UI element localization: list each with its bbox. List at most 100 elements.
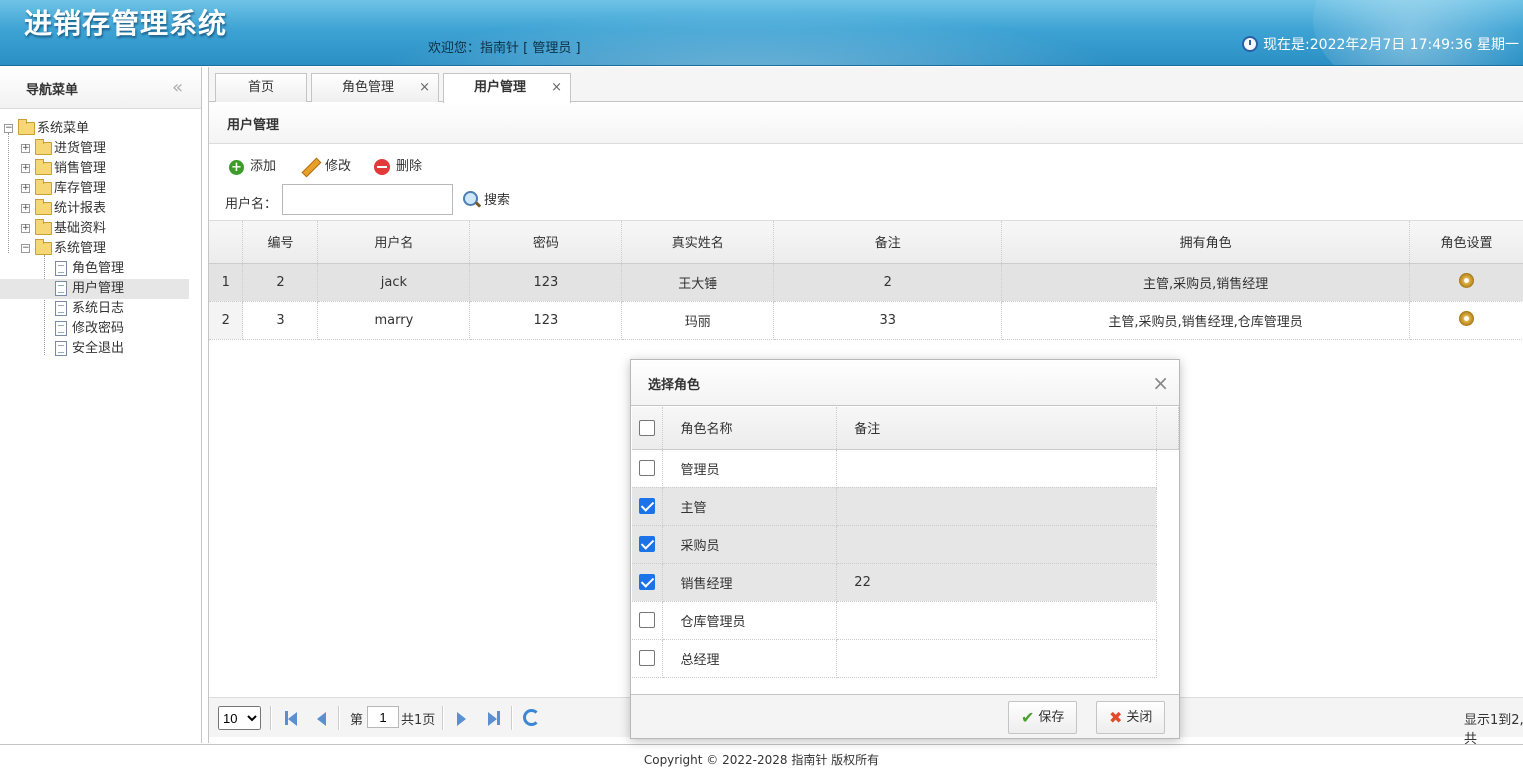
role-row[interactable]: 仓库管理员 (632, 601, 1179, 639)
sidebar-item-role-management[interactable]: 角色管理 (0, 259, 201, 279)
close-tab-icon[interactable]: × (419, 74, 430, 101)
next-page-icon[interactable] (457, 712, 466, 726)
column-header[interactable]: 备注 (774, 221, 1002, 263)
expand-node-icon[interactable]: + (21, 164, 30, 173)
role-checkbox[interactable] (639, 650, 655, 666)
document-icon (55, 341, 67, 356)
close-dialog-icon[interactable]: × (1152, 371, 1169, 395)
sidebar-item-change-password[interactable]: 修改密码 (0, 319, 201, 339)
column-header[interactable]: 密码 (470, 221, 622, 263)
prev-page-icon[interactable] (317, 712, 326, 726)
table-row[interactable]: 1 2 jack 123 王大锤 2 主管,采购员,销售经理 (209, 263, 1523, 301)
page-prefix: 第 (350, 709, 363, 728)
role-row[interactable]: 采购员 (632, 525, 1179, 563)
sidebar-item-user-management[interactable]: 用户管理 (0, 279, 189, 299)
collapse-node-icon[interactable]: − (4, 124, 13, 133)
role-checkbox[interactable] (639, 612, 655, 628)
column-header[interactable]: 编号 (243, 221, 318, 263)
delete-button[interactable]: 删除 (374, 156, 422, 178)
tree-group-system[interactable]: −系统管理 (0, 239, 201, 259)
column-header[interactable]: 角色名称 (663, 407, 837, 449)
edit-label: 修改 (325, 156, 351, 178)
role-remark (837, 601, 1157, 639)
sidebar-item-label: 用户管理 (72, 279, 124, 299)
collapse-node-icon[interactable]: − (21, 244, 30, 253)
clock: 现在是:2022年2月7日 17:49:36 星期一 (1242, 34, 1519, 54)
sidebar-item-system-log[interactable]: 系统日志 (0, 299, 201, 319)
clock-icon (1242, 36, 1258, 52)
cell-role-settings (1410, 263, 1523, 301)
welcome-text: 欢迎您：指南针 [ 管理员 ] (428, 37, 581, 56)
tree-group-basic[interactable]: + 基础资料 (0, 219, 201, 239)
role-checkbox[interactable] (639, 574, 655, 590)
cell-username: marry (318, 301, 470, 339)
select-all-checkbox[interactable] (639, 420, 655, 436)
role-name: 采购员 (663, 525, 837, 563)
role-checkbox[interactable] (639, 536, 655, 552)
tree-group-sales[interactable]: +销售管理 (0, 159, 201, 179)
role-name: 仓库管理员 (663, 601, 837, 639)
cell-realname: 玛丽 (622, 301, 774, 339)
add-button[interactable]: +添加 (229, 156, 276, 178)
delete-label: 删除 (396, 156, 422, 178)
column-header[interactable]: 备注 (837, 407, 1157, 449)
search-icon (463, 191, 478, 206)
column-header[interactable]: 拥有角色 (1002, 221, 1410, 263)
pencil-icon (301, 158, 319, 176)
tree-group-stock[interactable]: + 库存管理 (0, 179, 201, 199)
clock-text: 现在是:2022年2月7日 17:49:36 星期一 (1263, 34, 1519, 54)
collapse-sidebar-icon[interactable]: « (172, 77, 183, 98)
role-name: 总经理 (663, 639, 837, 677)
tree-root[interactable]: − 系统菜单 (0, 119, 201, 139)
cell-role-settings (1410, 301, 1523, 339)
delete-icon (374, 159, 390, 175)
column-header[interactable]: 真实姓名 (622, 221, 774, 263)
role-checkbox[interactable] (639, 498, 655, 514)
gear-icon[interactable] (1459, 273, 1474, 288)
table-row[interactable]: 2 3 marry 123 玛丽 33 主管,采购员,销售经理,仓库管理员 (209, 301, 1523, 339)
expand-node-icon[interactable]: + (21, 184, 30, 193)
folder-open-icon (18, 122, 35, 135)
role-row[interactable]: 销售经理 22 (632, 563, 1179, 601)
close-icon: ✖ (1109, 702, 1122, 733)
tree-group-reports[interactable]: +统计报表 (0, 199, 201, 219)
role-row[interactable]: 总经理 (632, 639, 1179, 677)
username-search-input[interactable] (282, 184, 453, 215)
tree-group-label: 库存管理 (54, 179, 106, 199)
role-row[interactable]: 管理员 (632, 449, 1179, 487)
column-header[interactable]: 用户名 (318, 221, 470, 263)
tab-home[interactable]: 首页 (215, 73, 307, 102)
role-checkbox[interactable] (639, 460, 655, 476)
gear-icon[interactable] (1459, 311, 1474, 326)
panel-title: 用户管理 (209, 102, 1523, 144)
header-globe-decoration (1313, 0, 1523, 66)
expand-node-icon[interactable]: + (21, 224, 30, 233)
edit-button[interactable]: 修改 (301, 156, 351, 178)
tab-role-management[interactable]: 角色管理× (311, 73, 439, 102)
search-button[interactable]: 搜索 (463, 189, 510, 208)
folder-icon (35, 182, 52, 195)
column-header[interactable]: 角色设置 (1410, 221, 1523, 263)
cell-roles: 主管,采购员,销售经理 (1002, 263, 1410, 301)
expand-node-icon[interactable]: + (21, 144, 30, 153)
page-total: 共1页 (401, 709, 435, 728)
cell-password: 123 (470, 263, 622, 301)
save-button[interactable]: ✔保存 (1008, 701, 1077, 734)
tree-group-purchase[interactable]: +进货管理 (0, 139, 201, 159)
page-number-input[interactable] (367, 706, 399, 728)
folder-open-icon (35, 242, 52, 255)
save-label: 保存 (1038, 702, 1064, 733)
role-row[interactable]: 主管 (632, 487, 1179, 525)
close-tab-icon[interactable]: × (551, 74, 562, 101)
first-page-icon[interactable] (288, 712, 297, 726)
sidebar-item-logout[interactable]: 安全退出 (0, 339, 201, 359)
page-size-select[interactable]: 10 (218, 706, 261, 730)
refresh-icon[interactable] (523, 709, 540, 726)
close-button[interactable]: ✖关闭 (1096, 701, 1165, 734)
role-grid-header: 角色名称 备注 (632, 407, 1179, 449)
tree-group-label: 基础资料 (54, 219, 106, 239)
last-page-icon[interactable] (488, 712, 497, 726)
tab-user-management[interactable]: 用户管理× (443, 73, 571, 103)
expand-node-icon[interactable]: + (21, 204, 30, 213)
scrollbar-header (1156, 407, 1178, 449)
